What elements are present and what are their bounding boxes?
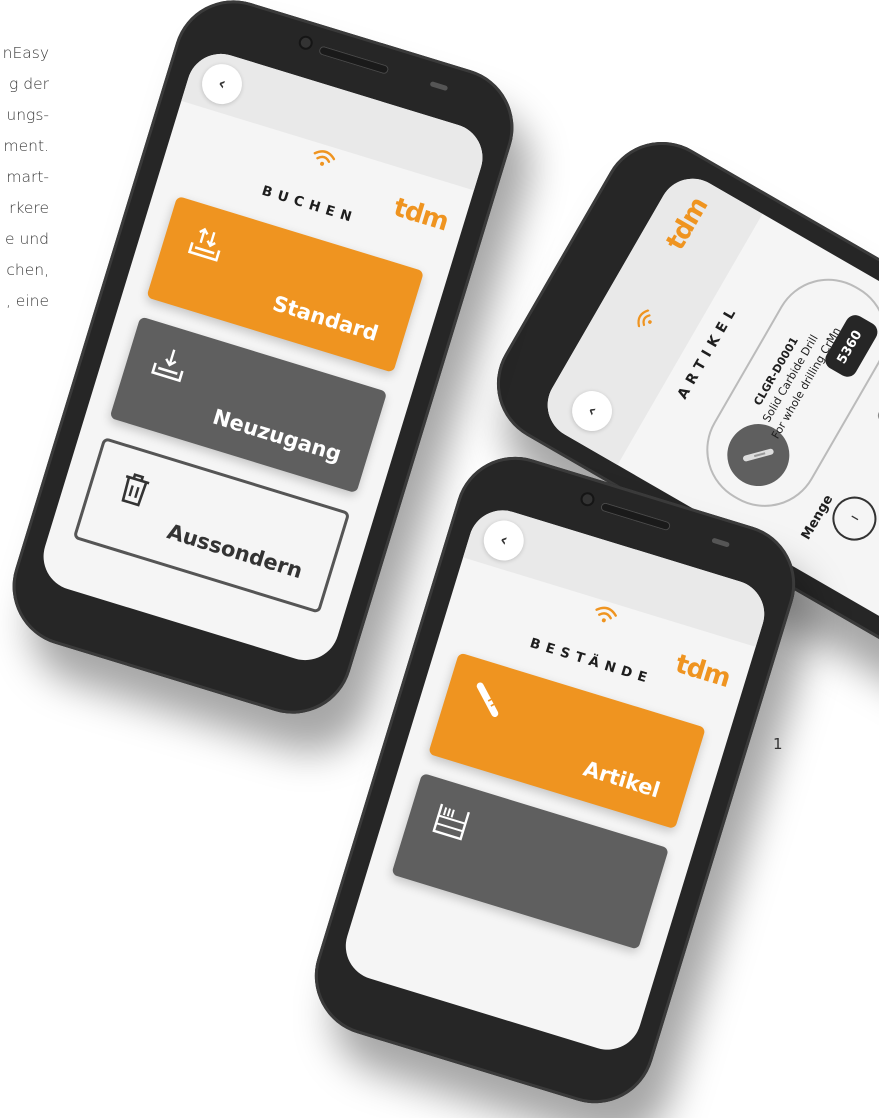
artikel-label: Artikel: [580, 756, 663, 803]
back-button[interactable]: ‹: [564, 383, 620, 439]
item-card[interactable]: CLGR-D0001 Solid Carbide Drill For whole…: [686, 258, 879, 527]
buchen-screen: ‹ tdm BUCHEN Standard Neuzugang Aussonde…: [35, 45, 491, 669]
earpiece-speaker: [318, 45, 390, 75]
side-text-line: ungs-: [6, 106, 49, 124]
end-mill-icon: [476, 682, 499, 717]
front-camera: [581, 492, 594, 506]
proximity-sensor: [429, 81, 449, 92]
quantity-label: Menge: [798, 492, 837, 543]
side-text-line: chen,: [6, 261, 49, 279]
side-text-line: e und: [5, 230, 49, 248]
bestaende-screen: ‹ tdm BESTÄNDE Artikel: [337, 501, 773, 1059]
side-text-line: rkere: [9, 199, 49, 217]
side-paragraph: nEasy g der ungs- ment. mart- rkere e un…: [0, 38, 49, 317]
stock-badge-value: 5360: [834, 327, 866, 367]
tdm-logo: tdm: [660, 192, 715, 256]
buchen-menu: Standard Neuzugang Aussondern: [58, 195, 425, 662]
side-text-line: g der: [9, 75, 49, 93]
wifi-icon: [595, 606, 617, 623]
earpiece-speaker: [599, 501, 672, 532]
side-text-line: , eine: [5, 292, 49, 310]
side-text-line: mart-: [6, 168, 49, 186]
proximity-sensor: [711, 537, 730, 548]
shelf-icon: [432, 803, 470, 841]
aussondern-label: Aussondern: [164, 519, 306, 584]
side-text-line: nEasy: [2, 44, 49, 62]
front-camera: [299, 36, 312, 50]
wifi-icon: [313, 150, 336, 166]
stock-badge: 5360: [821, 311, 879, 381]
tray-in-icon: [151, 349, 184, 383]
page-number: 1: [773, 735, 783, 753]
side-text-line: ment.: [3, 137, 49, 155]
standard-label: Standard: [269, 291, 382, 346]
wifi-icon: [637, 309, 652, 328]
tray-swap-icon: [187, 227, 221, 262]
neuzugang-label: Neuzugang: [209, 404, 345, 467]
bestaende-menu: Artikel: [360, 652, 706, 1051]
trash-icon: [121, 473, 150, 507]
